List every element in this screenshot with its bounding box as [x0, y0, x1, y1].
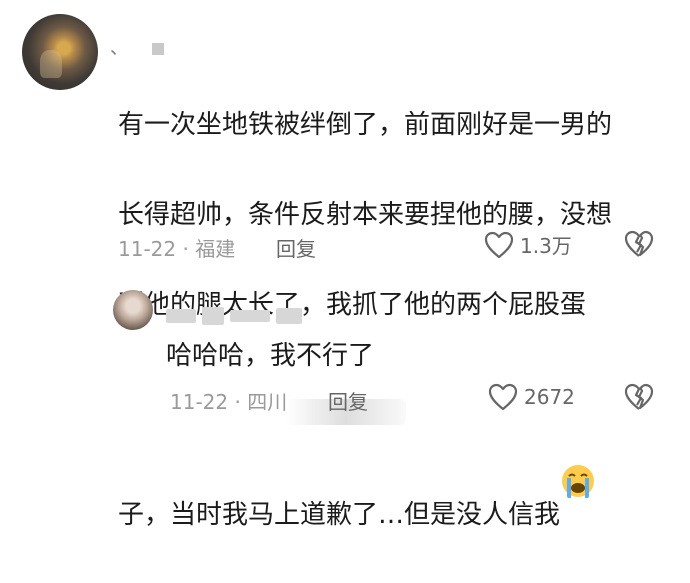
separator-dot: · — [228, 390, 248, 414]
broken-heart-icon — [624, 230, 654, 258]
comment-line: 长得超帅，条件反射本来要捏他的腰，没想 — [118, 200, 613, 230]
dislike-button[interactable] — [624, 383, 654, 411]
comment-line: 有一次坐地铁被绊倒了，前面刚好是一男的 — [118, 110, 613, 140]
avatar[interactable] — [22, 14, 98, 90]
like-count: 2672 — [524, 385, 575, 409]
redaction-block — [202, 307, 224, 325]
like-button[interactable]: 1.3万 — [484, 230, 572, 259]
reply-username-redacted[interactable] — [166, 305, 316, 327]
username[interactable]: 、 — [110, 34, 164, 60]
crying-face-icon — [560, 418, 596, 498]
broken-heart-icon — [624, 383, 654, 411]
comment-location: 福建 — [195, 237, 236, 261]
comment-date: 11-22 — [118, 237, 177, 261]
reply-date: 11-22 — [170, 390, 229, 414]
username-redacted — [151, 43, 164, 55]
reply-button[interactable]: 回复 — [328, 386, 368, 415]
like-button[interactable]: 2672 — [488, 383, 575, 411]
redaction-block — [276, 308, 302, 324]
redaction-block — [230, 310, 270, 322]
reply-button[interactable]: 回复 — [276, 233, 316, 262]
reply-avatar[interactable] — [113, 290, 153, 330]
reply-meta: 11-22 · 四川 — [170, 386, 287, 415]
redaction-block — [166, 309, 196, 323]
reply-text: 哈哈哈，我不行了 — [166, 341, 375, 371]
comment-meta: 11-22 · 福建 — [118, 233, 235, 262]
heart-icon — [484, 231, 514, 259]
dislike-button[interactable] — [624, 230, 654, 258]
heart-icon — [488, 383, 518, 411]
username-text: 、 — [110, 38, 129, 59]
reply-location: 四川 — [247, 390, 288, 414]
separator-dot: · — [176, 237, 196, 261]
like-count: 1.3万 — [520, 234, 572, 258]
comment-line-text: 子，当时我马上道歉了…但是没人信我 — [118, 500, 561, 530]
